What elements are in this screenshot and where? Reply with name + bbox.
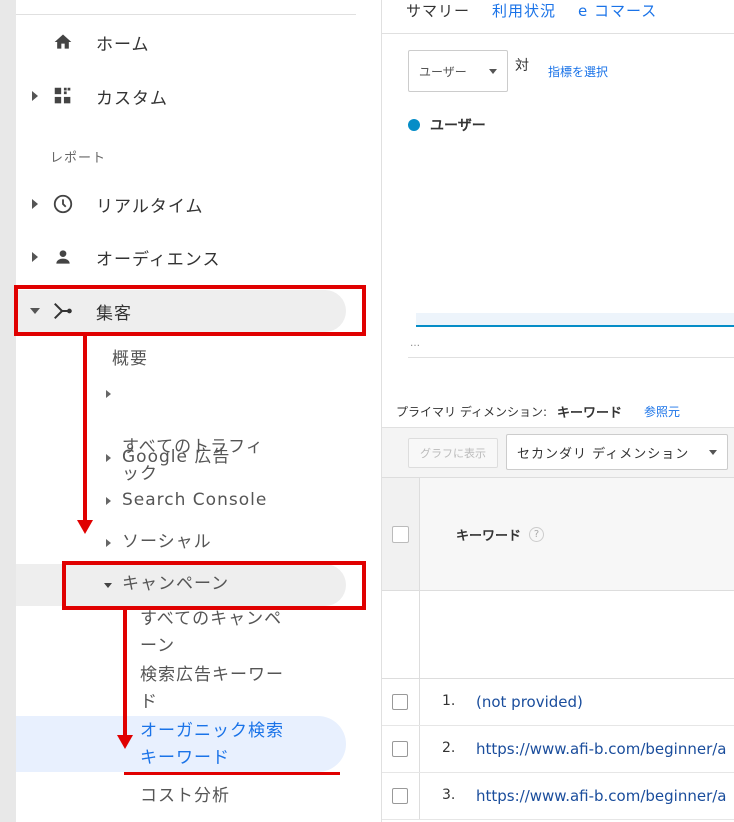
sidebar-subitem-cost-analysis[interactable]: コスト分析: [140, 783, 230, 810]
table-toolbar: グラフに表示 セカンダリ ディメンション: [382, 427, 734, 477]
expand-caret-icon[interactable]: [32, 91, 38, 101]
select-metric-link[interactable]: 指標を選択: [548, 63, 608, 80]
sidebar-subitem-label: ソーシャル: [122, 532, 212, 552]
expand-caret-icon[interactable]: [32, 199, 38, 209]
table-header: キーワード ?: [382, 477, 734, 591]
metric-select[interactable]: ユーザー: [408, 50, 508, 92]
divider: [16, 14, 356, 15]
table-row: 3. https://www.afi-b.com/beginner/a: [382, 773, 734, 820]
row-checkbox[interactable]: [392, 694, 408, 710]
sidebar-subitem-search-console[interactable]: Search Console: [106, 487, 268, 514]
sidebar-item-label: オーディエンス: [96, 249, 221, 270]
sidebar-edge: [0, 0, 16, 822]
row-number: 2.: [442, 740, 456, 756]
keyword-link[interactable]: https://www.afi-b.com/beginner/a: [476, 740, 727, 758]
keyword-link[interactable]: https://www.afi-b.com/beginner/a: [476, 787, 727, 805]
row-checkbox[interactable]: [392, 741, 408, 757]
row-checkbox[interactable]: [392, 788, 408, 804]
tab-ecommerce[interactable]: e コマース: [578, 0, 657, 24]
chevron-down-icon: [709, 450, 717, 455]
report-tabs: サマリー 利用状況 e コマース: [406, 0, 657, 24]
annotation-arrowhead: [77, 520, 93, 534]
row-number: 1.: [442, 693, 456, 709]
annotation-box-acquisition: [14, 285, 366, 336]
home-icon: [52, 31, 74, 53]
expand-caret-icon: [106, 497, 111, 505]
expand-caret-icon[interactable]: [32, 252, 38, 262]
table-row: 2. https://www.afi-b.com/beginner/a: [382, 726, 734, 773]
chart-legend: ユーザー: [408, 115, 486, 135]
annotation-box-campaigns: [62, 561, 366, 610]
select-all-checkbox[interactable]: [392, 526, 409, 543]
plot-rows-button[interactable]: グラフに表示: [408, 438, 498, 468]
sidebar-item-label: リアルタイム: [96, 196, 204, 217]
primary-dimension-current[interactable]: キーワード: [557, 402, 622, 421]
sidebar: ホーム カスタム レポート リアルタイム オーディエンス 集客 概要 すべてのト: [0, 0, 382, 822]
checkbox-column: [382, 726, 420, 772]
sidebar-subitem-label: Search Console: [122, 490, 268, 510]
annotation-arrowhead: [117, 735, 133, 749]
table-summary-row: [382, 591, 734, 679]
dashboard-grid-icon: [52, 85, 74, 107]
checkbox-column: [382, 478, 420, 590]
tab-usage[interactable]: 利用状況: [492, 0, 556, 24]
divider: [382, 33, 734, 34]
sidebar-subitem-label: Google 広告: [122, 447, 231, 467]
sidebar-item-audience[interactable]: オーディエンス: [16, 237, 356, 277]
sidebar-item-realtime[interactable]: リアルタイム: [16, 184, 356, 224]
section-label-reports: レポート: [50, 151, 107, 166]
sidebar-item-label: ホーム: [96, 34, 150, 55]
expand-caret-icon: [106, 539, 111, 547]
checkbox-column: [382, 679, 420, 725]
sidebar-item-custom[interactable]: カスタム: [16, 76, 356, 116]
primary-dimension-source-link[interactable]: 参照元: [644, 403, 680, 420]
expand-caret-icon: [106, 390, 111, 398]
row-number: 3.: [442, 787, 456, 803]
sidebar-subitem-all-campaigns[interactable]: すべてのキャンペ ーン: [140, 606, 310, 660]
legend-label: ユーザー: [430, 118, 486, 134]
annotation-underline: [124, 772, 340, 775]
sidebar-subitem-social[interactable]: ソーシャル: [106, 529, 212, 556]
annotation-arrow-line: [83, 336, 87, 522]
clock-icon: [52, 193, 74, 215]
tab-summary[interactable]: サマリー: [406, 0, 470, 24]
checkbox-column: [382, 591, 420, 678]
secondary-dimension-label: セカンダリ ディメンション: [517, 446, 690, 462]
versus-label: 対: [515, 58, 529, 74]
primary-dimension-label: プライマリ ディメンション:: [396, 405, 548, 419]
checkbox-column: [382, 773, 420, 819]
report-main: サマリー 利用状況 e コマース ユーザー 対 指標を選択 ユーザー … プライ…: [382, 0, 734, 822]
keyword-header[interactable]: キーワード ?: [456, 525, 545, 544]
sidebar-subitem-google-ads[interactable]: Google 広告: [106, 444, 231, 471]
annotation-arrow-line: [123, 610, 127, 736]
primary-dimension-row: プライマリ ディメンション: キーワード 参照元: [396, 402, 680, 421]
chart-axis-tick: …: [410, 338, 420, 349]
keyword-link[interactable]: (not provided): [476, 693, 583, 711]
sidebar-subitem-all-traffic[interactable]: すべてのトラフィ ック: [106, 380, 292, 488]
person-icon: [52, 246, 74, 268]
secondary-dimension-select[interactable]: セカンダリ ディメンション: [506, 434, 728, 470]
sidebar-item-home[interactable]: ホーム: [16, 22, 356, 62]
sidebar-subitem-organic-keywords[interactable]: オーガニック検索 キーワード: [140, 718, 310, 772]
chart-area: [416, 313, 734, 327]
divider: [408, 357, 734, 358]
help-icon[interactable]: ?: [529, 527, 545, 542]
keyword-header-label: キーワード: [456, 529, 522, 544]
sidebar-subitem-paid-keywords[interactable]: 検索広告キーワー ド: [140, 662, 310, 716]
legend-dot-icon: [408, 119, 420, 131]
expand-caret-icon: [106, 454, 111, 462]
keyword-column-header: キーワード ?: [420, 478, 734, 590]
table-row: 1. (not provided): [382, 679, 734, 726]
metric-select-value: ユーザー: [419, 64, 467, 79]
chevron-down-icon: [489, 69, 497, 74]
sidebar-item-label: カスタム: [96, 88, 168, 109]
sidebar-subitem-overview[interactable]: 概要: [112, 346, 148, 373]
